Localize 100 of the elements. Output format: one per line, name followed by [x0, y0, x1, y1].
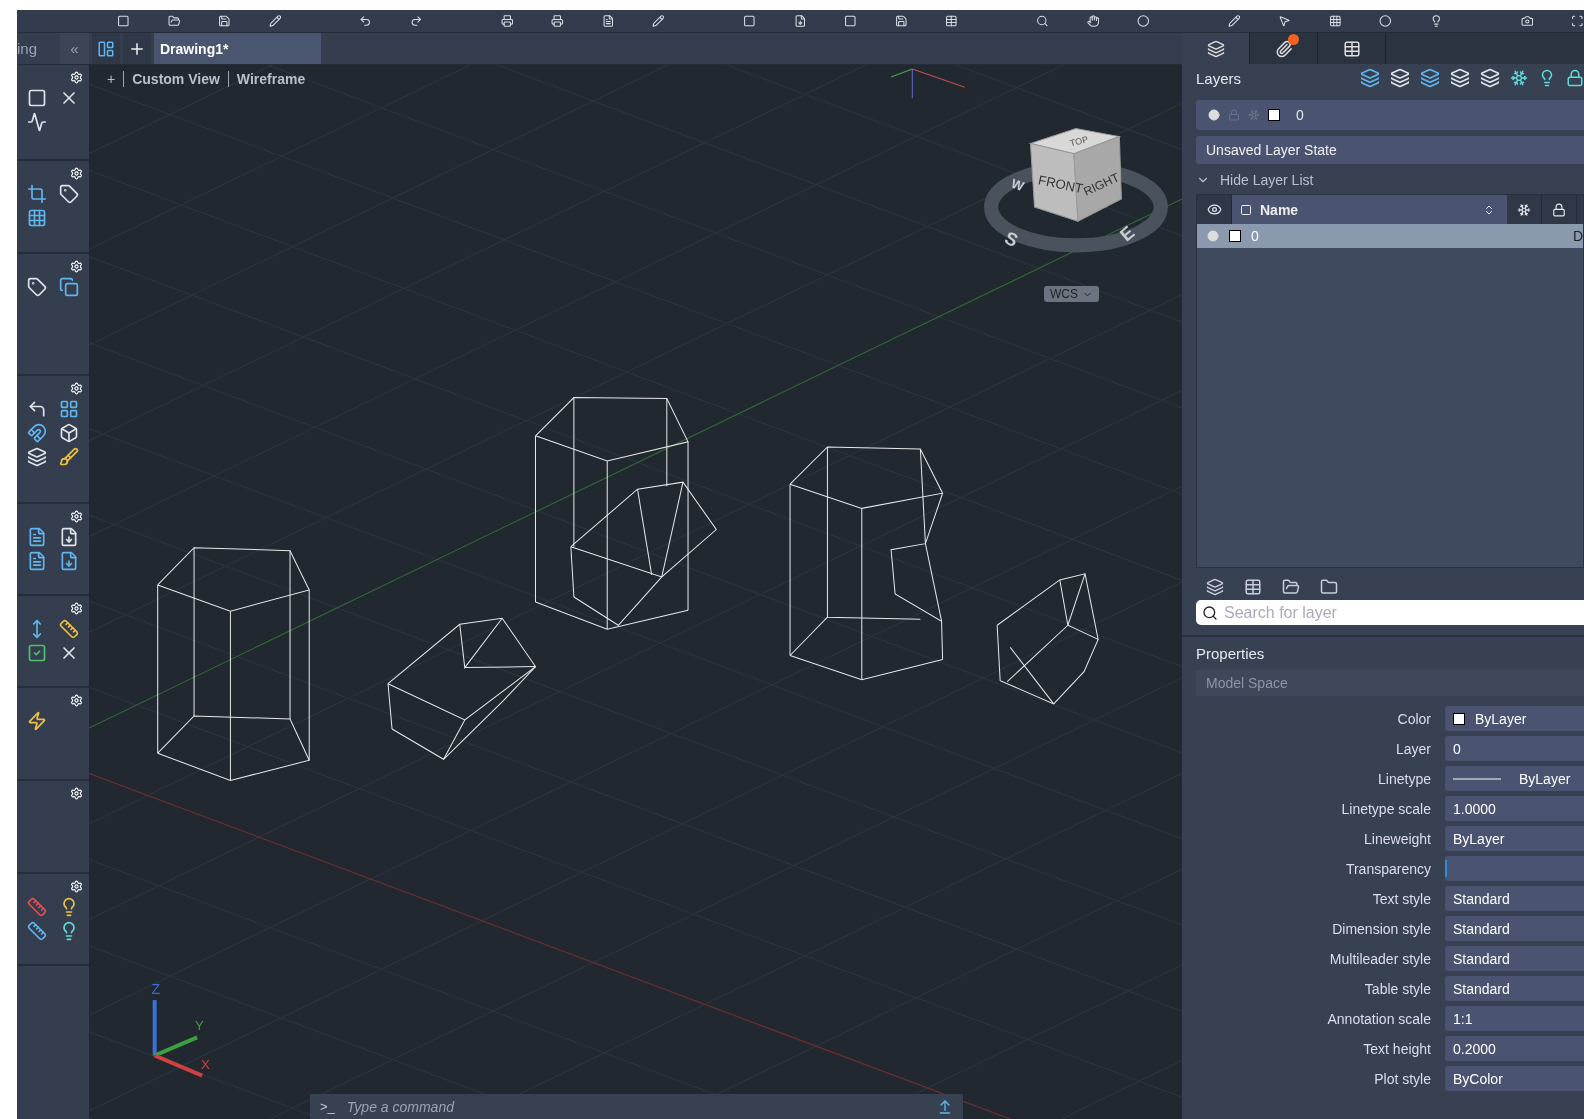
property-value[interactable]: Standard: [1445, 886, 1584, 911]
sort-icon: [1483, 203, 1495, 216]
panel-title: Layers: [1196, 69, 1242, 87]
save-icon[interactable]: [894, 14, 908, 28]
settings-icon[interactable]: [70, 880, 83, 893]
zoom-icon[interactable]: [1035, 14, 1049, 28]
plot-icon[interactable]: [551, 14, 564, 28]
import-icon[interactable]: [59, 527, 79, 547]
print-icon[interactable]: [500, 14, 514, 28]
search-field[interactable]: Search for layer: [1196, 600, 1584, 625]
transparency-slider[interactable]: [1445, 856, 1584, 881]
layer-name: 0: [1296, 107, 1304, 123]
settings-icon[interactable]: [70, 510, 83, 523]
new-tab-button[interactable]: [123, 33, 151, 64]
settings-icon[interactable]: [70, 260, 83, 273]
settings-icon[interactable]: [70, 71, 83, 84]
settings-icon[interactable]: [70, 694, 83, 707]
collapse-button[interactable]: «: [60, 33, 89, 64]
sidebar-tab[interactable]: ing: [17, 40, 60, 57]
folder-icon[interactable]: [1282, 578, 1300, 596]
open-folder-icon[interactable]: [167, 14, 181, 28]
broom-icon[interactable]: [59, 447, 79, 467]
layer-stack-icon[interactable]: [1206, 578, 1224, 596]
property-value[interactable]: ByColor: [1445, 1066, 1584, 1091]
view-menu[interactable]: Custom View: [123, 71, 220, 87]
layer-stack-icon[interactable]: [1450, 68, 1470, 88]
property-label: Text style: [1371, 890, 1431, 907]
column-header[interactable]: Name: [1232, 195, 1507, 224]
snap-icon[interactable]: [1328, 14, 1342, 28]
check-icon[interactable]: [27, 643, 47, 663]
settings-icon[interactable]: [70, 167, 83, 180]
sheet-icon[interactable]: [601, 14, 615, 28]
viewport-menu[interactable]: +: [107, 71, 116, 87]
table-icon[interactable]: [945, 14, 958, 28]
command-prompt[interactable]: >_: [320, 1099, 335, 1114]
property-value[interactable]: 1:1: [1445, 1006, 1584, 1031]
property-label: Table style: [1363, 980, 1431, 997]
layer-stack-icon[interactable]: [1360, 68, 1380, 88]
property-value[interactable]: Standard: [1445, 916, 1584, 941]
measure-icon[interactable]: [27, 921, 47, 941]
property-label: Dimension style: [1331, 920, 1431, 937]
pan-icon[interactable]: [1086, 14, 1100, 28]
layer-list-toggle[interactable]: Hide Layer List: [1196, 172, 1584, 188]
camera-icon[interactable]: [1520, 14, 1534, 28]
folder-icon[interactable]: [1320, 578, 1338, 596]
property-value[interactable]: 1.0000: [1445, 796, 1584, 821]
notification-dot: [1288, 34, 1299, 45]
color-swatch: [1268, 109, 1280, 121]
settings-icon[interactable]: [70, 602, 83, 615]
property-value[interactable]: ByLayer: [1445, 766, 1584, 791]
select-icon[interactable]: [1278, 14, 1291, 28]
color-icon: [1240, 203, 1252, 216]
start-tab[interactable]: [92, 33, 120, 64]
rectangle-icon[interactable]: [27, 88, 47, 108]
share-icon[interactable]: [937, 1098, 953, 1115]
property-value[interactable]: ByLayer: [1445, 706, 1584, 731]
visual-style-menu[interactable]: Wireframe: [227, 71, 306, 87]
text-edit-icon[interactable]: [27, 551, 47, 571]
undo-icon[interactable]: [359, 14, 372, 28]
scan-icon[interactable]: [1571, 14, 1584, 28]
settings-icon[interactable]: [70, 787, 83, 800]
file-tab[interactable]: Drawing1*: [154, 33, 321, 64]
lightning-icon[interactable]: [27, 711, 47, 731]
export-icon[interactable]: [793, 14, 807, 28]
match-icon[interactable]: [1227, 14, 1241, 28]
redo-icon[interactable]: [409, 14, 423, 28]
table-cell: D: [1572, 228, 1583, 244]
measure-icon[interactable]: [27, 897, 47, 917]
property-value[interactable]: 0: [1445, 736, 1584, 761]
hatch-icon[interactable]: [27, 208, 47, 228]
freeze-icon[interactable]: [1510, 69, 1528, 87]
current-layer-bar[interactable]: 0: [1196, 100, 1584, 130]
property-value[interactable]: Standard: [1445, 976, 1584, 1001]
layer-stack-icon[interactable]: [1420, 68, 1440, 88]
property-value[interactable]: ByLayer: [1445, 826, 1584, 851]
lock-icon: [1552, 202, 1566, 217]
box-icon[interactable]: [59, 423, 79, 443]
property-value[interactable]: 0.2000: [1445, 1036, 1584, 1061]
command-input[interactable]: Type a command: [344, 1097, 927, 1116]
settings-icon[interactable]: [70, 382, 83, 395]
lock-icon[interactable]: [1566, 69, 1584, 87]
import-icon[interactable]: [59, 551, 79, 571]
edit-icon[interactable]: [268, 14, 282, 28]
ruler-icon[interactable]: [59, 619, 79, 639]
layer-stack-icon[interactable]: [1480, 68, 1500, 88]
layer-row[interactable]: 0 D: [1197, 224, 1583, 248]
array-icon[interactable]: [59, 399, 79, 419]
markup-icon[interactable]: [652, 14, 665, 28]
save-icon[interactable]: [218, 14, 231, 28]
lamp-icon[interactable]: [1430, 14, 1443, 28]
crop-icon[interactable]: [27, 184, 47, 204]
property-label: Layer: [1394, 740, 1431, 757]
layer-stack-icon[interactable]: [1390, 68, 1410, 88]
property-label: Lineweight: [1363, 830, 1431, 847]
polyline-icon[interactable]: [27, 112, 47, 132]
layer-state-select[interactable]: Unsaved Layer State: [1196, 136, 1584, 164]
property-value[interactable]: Standard: [1445, 946, 1584, 971]
text-icon[interactable]: [27, 527, 47, 547]
freeze-icon: [1517, 202, 1531, 217]
table-icon[interactable]: [1244, 578, 1262, 596]
